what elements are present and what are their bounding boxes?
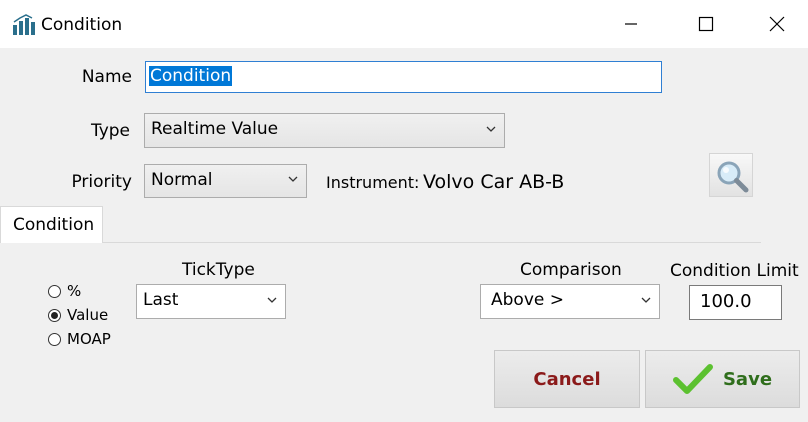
close-icon	[769, 16, 785, 32]
chevron-down-icon	[288, 176, 298, 182]
condition-limit-header: Condition Limit	[670, 261, 799, 281]
ticktype-header: TickType	[182, 260, 255, 280]
chevron-down-icon	[486, 126, 496, 132]
maximize-button[interactable]	[683, 0, 729, 48]
search-instrument-button[interactable]	[709, 153, 753, 197]
name-input[interactable]: Condition	[145, 61, 662, 93]
type-select-value: Realtime Value	[151, 119, 279, 139]
radio-percent-label: %	[67, 282, 82, 300]
tab-condition[interactable]: Condition	[0, 206, 103, 243]
minimize-icon	[625, 23, 637, 25]
comparison-select-value: Above >	[491, 290, 564, 310]
priority-select[interactable]: Normal	[144, 164, 307, 198]
tab-divider	[103, 242, 761, 243]
title-bar: Condition	[0, 0, 808, 48]
radio-moap-circle[interactable]	[48, 332, 61, 346]
name-input-value: Condition	[149, 66, 233, 86]
type-label: Type	[90, 121, 130, 141]
type-select[interactable]: Realtime Value	[144, 113, 505, 148]
ticktype-select-value: Last	[143, 290, 179, 310]
instrument-value: Volvo Car AB-B	[423, 171, 565, 193]
cancel-button[interactable]: Cancel	[494, 350, 640, 408]
name-label: Name	[81, 67, 132, 87]
radio-value-circle[interactable]	[48, 308, 61, 322]
cancel-button-label: Cancel	[533, 368, 601, 390]
checkmark-icon	[672, 364, 713, 394]
radio-percent[interactable]: %	[48, 282, 81, 300]
priority-label: Priority	[71, 172, 132, 192]
radio-moap-label: MOAP	[67, 330, 111, 348]
comparison-select[interactable]: Above >	[480, 284, 660, 319]
condition-dialog: Condition Name Condition Type Realtime V…	[0, 0, 808, 422]
radio-value[interactable]: Value	[48, 306, 108, 324]
save-button[interactable]: Save	[645, 350, 800, 408]
priority-select-value: Normal	[151, 170, 213, 190]
radio-percent-circle[interactable]	[48, 284, 61, 298]
magnifier-icon	[717, 161, 749, 193]
condition-limit-input[interactable]: 100.0	[689, 285, 782, 320]
minimize-button[interactable]	[608, 0, 654, 48]
close-button[interactable]	[754, 0, 800, 48]
window-title: Condition	[41, 15, 123, 35]
bar-chart-icon	[12, 14, 36, 36]
radio-moap[interactable]: MOAP	[48, 330, 111, 348]
comparison-header: Comparison	[520, 260, 622, 280]
chevron-down-icon	[267, 297, 277, 303]
instrument-label: Instrument:	[326, 173, 420, 192]
radio-value-label: Value	[67, 306, 109, 324]
ticktype-select[interactable]: Last	[136, 284, 286, 319]
save-button-label: Save	[722, 368, 773, 390]
chevron-down-icon	[641, 297, 651, 303]
maximize-icon	[698, 16, 714, 32]
